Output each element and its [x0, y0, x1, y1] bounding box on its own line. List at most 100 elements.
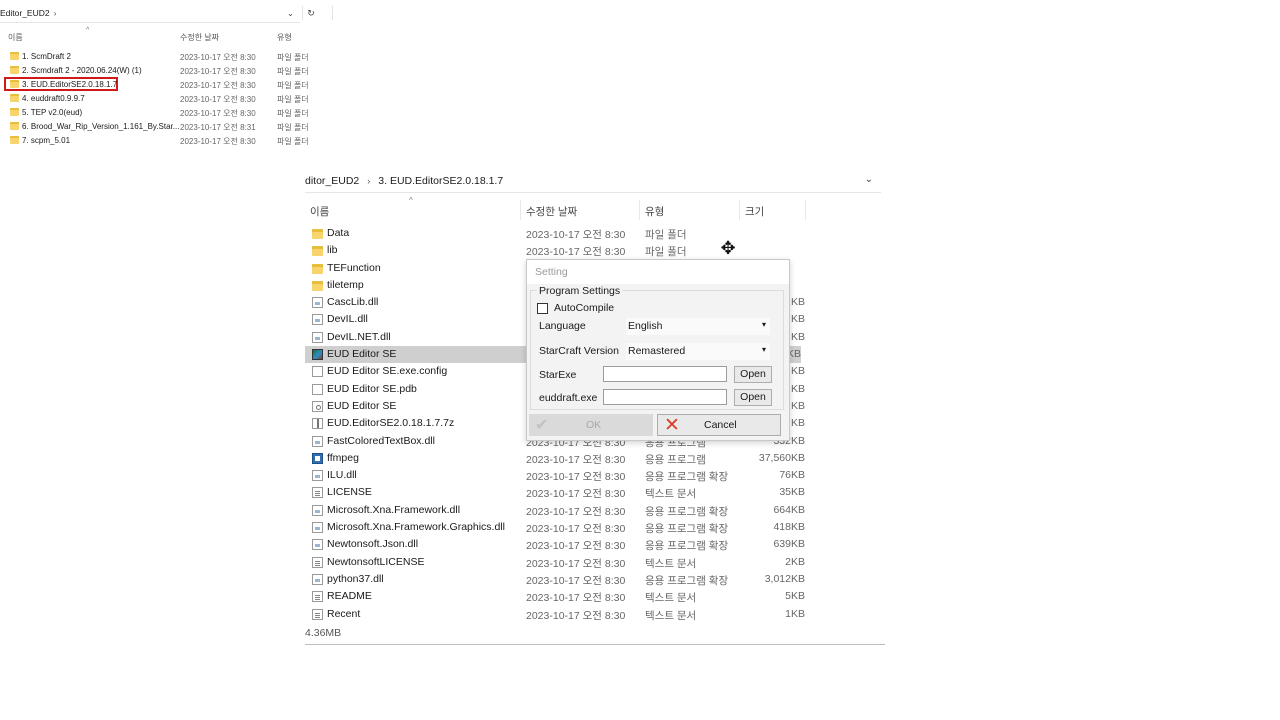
- small-address-bar[interactable]: Editor_EUD2 › ⌄: [0, 4, 300, 23]
- list-item[interactable]: README 2023-10-17 오전 8:30 텍스트 문서 5KB: [305, 588, 805, 605]
- folder-icon: [312, 280, 323, 291]
- folder-icon: [10, 80, 19, 88]
- item-date: 2023-10-17 오전 8:30: [526, 540, 626, 553]
- dll-file-icon: [312, 522, 323, 534]
- column-divider[interactable]: [639, 200, 640, 220]
- small-list-item[interactable]: 7. scpm_5.01 2023-10-17 오전 8:30 파일 폴더: [0, 134, 320, 148]
- starcraft-version-label: StarCraft Version: [539, 345, 619, 357]
- dialog-titlebar[interactable]: Setting: [527, 260, 789, 284]
- item-date: 2023-10-17 오전 8:30: [180, 67, 256, 76]
- item-type: 파일 폴더: [645, 246, 687, 259]
- small-col-date[interactable]: 수정한 날짜: [180, 32, 219, 43]
- file-icon: [312, 366, 323, 378]
- list-item[interactable]: LICENSE 2023-10-17 오전 8:30 텍스트 문서 35KB: [305, 484, 805, 501]
- euddraft-path-input[interactable]: [603, 389, 727, 405]
- small-col-type[interactable]: 유형: [277, 32, 292, 43]
- config-file-icon: [312, 400, 323, 412]
- item-size: 35KB: [779, 486, 805, 499]
- column-divider[interactable]: [739, 200, 740, 220]
- item-name: TEFunction: [327, 261, 381, 274]
- item-date: 2023-10-17 오전 8:30: [526, 453, 626, 466]
- list-item[interactable]: Microsoft.Xna.Framework.dll 2023-10-17 오…: [305, 502, 805, 519]
- small-list-item[interactable]: 2. Scmdraft 2 - 2020.06.24(W) (1) 2023-1…: [0, 64, 320, 78]
- item-type: 텍스트 문서: [645, 557, 697, 570]
- item-name: ffmpeg: [327, 451, 359, 464]
- program-settings-group: Program Settings AutoCompile Language En…: [530, 285, 784, 410]
- list-item[interactable]: Recent 2023-10-17 오전 8:30 텍스트 문서 1KB: [305, 606, 805, 623]
- small-list-item[interactable]: 5. TEP v2.0(eud) 2023-10-17 오전 8:30 파일 폴…: [0, 106, 320, 120]
- item-type: 파일 폴더: [277, 81, 309, 90]
- item-name: EUD Editor SE: [327, 348, 397, 361]
- dll-file-icon: [312, 573, 323, 585]
- item-name: Newtonsoft.Json.dll: [327, 538, 419, 551]
- item-name: EUD Editor SE.pdb: [327, 382, 417, 395]
- starcraft-version-select[interactable]: Remastered ▾: [626, 343, 770, 360]
- language-select[interactable]: English ▾: [626, 318, 770, 335]
- item-size: 418KB: [773, 521, 805, 534]
- chevron-down-icon[interactable]: ⌄: [287, 8, 294, 19]
- col-size[interactable]: 크기: [745, 204, 764, 219]
- chevron-right-icon: ›: [53, 8, 57, 18]
- ok-button[interactable]: ✔ OK: [529, 414, 653, 436]
- list-item[interactable]: Newtonsoft.Json.dll 2023-10-17 오전 8:30 응…: [305, 536, 805, 553]
- folder-icon: [10, 136, 19, 144]
- address-bar[interactable]: ditor_EUD2 › 3. EUD.EditorSE2.0.18.1.7 ⌄: [305, 170, 881, 193]
- item-date: 2023-10-17 오전 8:30: [180, 95, 256, 104]
- move-cursor-icon: ✥: [720, 238, 736, 258]
- col-name[interactable]: 이름: [310, 204, 329, 219]
- item-size: 5KB: [785, 590, 805, 603]
- item-name: 1. ScmDraft 2: [22, 52, 71, 61]
- item-size: 3,012KB: [764, 572, 805, 585]
- item-name: 7. scpm_5.01: [22, 136, 71, 145]
- small-address-path: Editor_EUD2: [0, 8, 50, 18]
- small-column-header: 이름 ^ 수정한 날짜 유형: [0, 27, 320, 44]
- refresh-icon[interactable]: ↻: [302, 6, 319, 20]
- dll-file-icon: [312, 504, 323, 516]
- breadcrumb-parent[interactable]: ditor_EUD2: [305, 175, 359, 187]
- ok-label: OK: [586, 419, 602, 431]
- autocompile-label: AutoCompile: [554, 302, 615, 314]
- item-name: EUD.EditorSE2.0.18.1.7.7z: [327, 417, 455, 430]
- checkbox-box[interactable]: [537, 302, 548, 314]
- item-date: 2023-10-17 오전 8:30: [526, 246, 626, 259]
- eud-editor-app-icon: [312, 349, 323, 361]
- list-item[interactable]: NewtonsoftLICENSE 2023-10-17 오전 8:30 텍스트…: [305, 554, 805, 571]
- column-divider[interactable]: [520, 200, 521, 220]
- item-size: 37,560KB: [758, 451, 805, 464]
- folder-icon: [10, 66, 19, 74]
- column-divider[interactable]: [805, 200, 806, 220]
- item-name: DevIL.dll: [327, 313, 368, 326]
- euddraft-open-button[interactable]: Open: [734, 389, 772, 406]
- text-document-icon: [312, 487, 323, 499]
- small-list-item[interactable]: 4. euddraft0.9.9.7 2023-10-17 오전 8:30 파일…: [0, 92, 320, 106]
- small-col-name[interactable]: 이름: [8, 32, 23, 43]
- item-name: 2. Scmdraft 2 - 2020.06.24(W) (1): [22, 66, 142, 75]
- small-list-item[interactable]: 1. ScmDraft 2 2023-10-17 오전 8:30 파일 폴더: [0, 50, 320, 64]
- item-type: 파일 폴더: [277, 53, 309, 62]
- item-size: 76KB: [779, 469, 805, 482]
- starexe-open-button[interactable]: Open: [734, 366, 772, 383]
- item-type: 파일 폴더: [277, 137, 309, 146]
- item-date: 2023-10-17 오전 8:30: [526, 471, 626, 484]
- small-list-item-highlighted[interactable]: 3. EUD.EditorSE2.0.18.1.7 2023-10-17 오전 …: [0, 77, 320, 92]
- small-search-box[interactable]: [332, 6, 341, 20]
- list-item[interactable]: python37.dll 2023-10-17 오전 8:30 응용 프로그램 …: [305, 571, 805, 588]
- starexe-path-input[interactable]: [603, 366, 727, 382]
- col-date[interactable]: 수정한 날짜: [526, 204, 577, 219]
- list-item[interactable]: ILU.dll 2023-10-17 오전 8:30 응용 프로그램 확장 76…: [305, 467, 805, 484]
- small-list-item[interactable]: 6. Brood_War_Rip_Version_1.161_By.Star..…: [0, 120, 320, 134]
- item-name: 3. EUD.EditorSE2.0.18.1.7: [22, 80, 118, 89]
- cancel-button[interactable]: ✕ Cancel: [657, 414, 781, 436]
- item-name: lib: [327, 244, 338, 257]
- folder-icon: [10, 122, 19, 130]
- item-date: 2023-10-17 오전 8:31: [180, 123, 256, 132]
- breadcrumb-current[interactable]: 3. EUD.EditorSE2.0.18.1.7: [378, 175, 503, 187]
- autocompile-checkbox[interactable]: AutoCompile: [537, 302, 614, 314]
- list-item[interactable]: ffmpeg 2023-10-17 오전 8:30 응용 프로그램 37,560…: [305, 450, 805, 467]
- col-type[interactable]: 유형: [645, 204, 664, 219]
- list-item[interactable]: Microsoft.Xna.Framework.Graphics.dll 202…: [305, 519, 805, 536]
- item-type: 텍스트 문서: [645, 609, 697, 622]
- chevron-down-icon[interactable]: ⌄: [865, 174, 873, 185]
- euddraft-label: euddraft.exe: [539, 392, 598, 404]
- text-document-icon: [312, 591, 323, 603]
